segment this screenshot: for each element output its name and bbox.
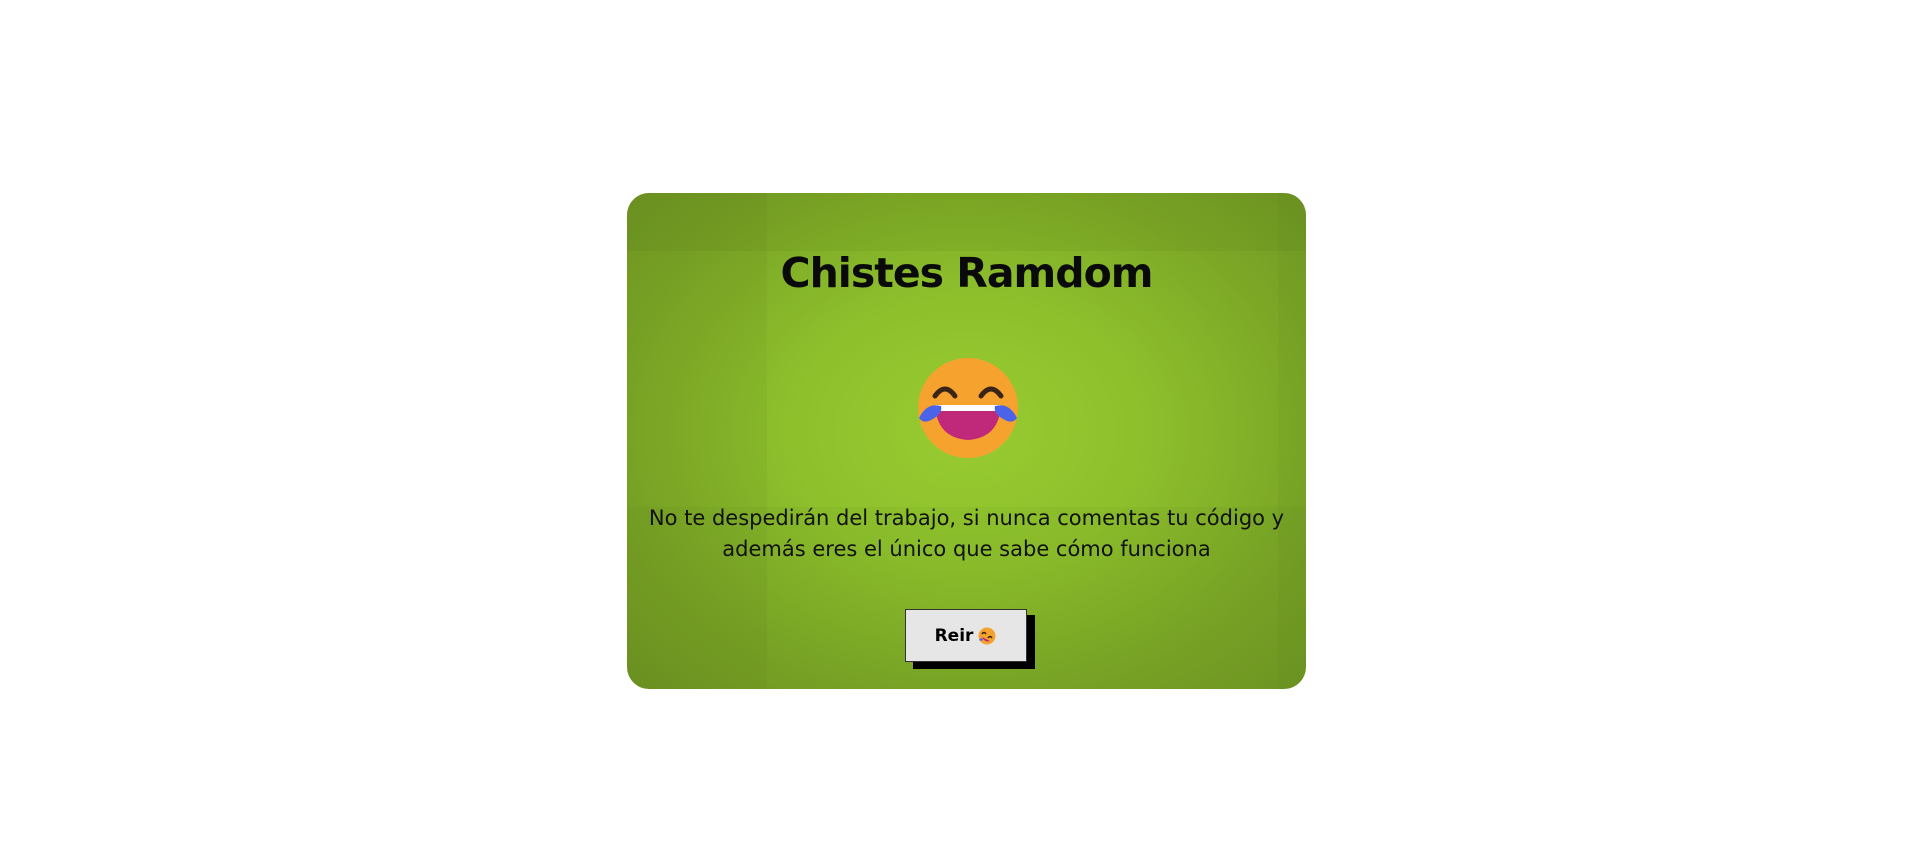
page: Chistes Ramdom No te despedirán del trab…: [0, 0, 1916, 858]
face-with-tears-of-joy-icon: [913, 356, 1023, 460]
laugh-button[interactable]: Reir: [905, 609, 1027, 662]
joke-card: Chistes Ramdom No te despedirán del trab…: [627, 193, 1306, 689]
rolling-on-floor-laughing-icon: [977, 626, 997, 646]
joke-text: No te despedirán del trabajo, si nunca c…: [648, 506, 1285, 561]
laugh-button-label: Reir: [934, 625, 974, 646]
page-title: Chistes Ramdom: [780, 249, 1153, 297]
